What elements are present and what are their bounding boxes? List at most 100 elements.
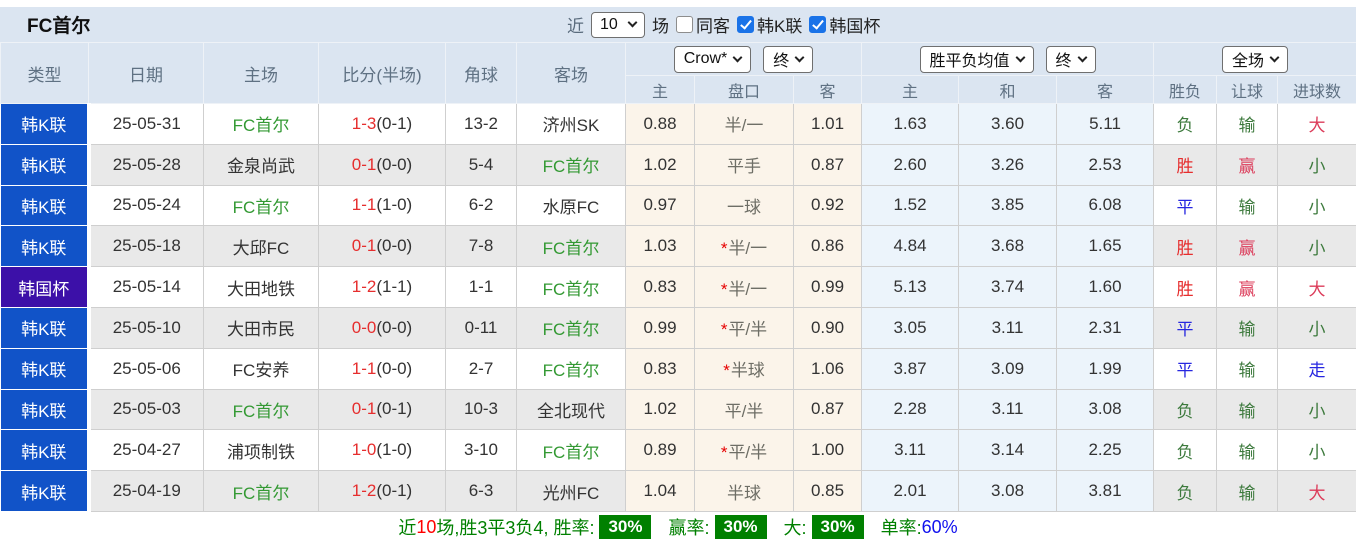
corner-cell: 3-10 bbox=[446, 430, 517, 471]
home-team-cell: FC首尔 bbox=[204, 389, 319, 430]
sub-header-goals: 进球数 bbox=[1278, 76, 1356, 104]
half-score: (1-1) bbox=[376, 277, 412, 296]
handicap-result-cell: 赢 bbox=[1217, 144, 1278, 185]
sub-header-outcome: 胜负 bbox=[1154, 76, 1217, 104]
bookmaker-value: Crow* bbox=[684, 50, 728, 68]
home-odds-cell: 0.97 bbox=[626, 185, 695, 226]
big-rate-label: 大: bbox=[784, 514, 807, 540]
home-odds-cell: 1.02 bbox=[626, 389, 695, 430]
table-row: 韩K联25-05-28金泉尚武0-1(0-0)5-4FC首尔1.02平手0.87… bbox=[1, 144, 1356, 185]
home-odds-cell: 0.83 bbox=[626, 348, 695, 389]
topbar: FC首尔 近 10 场 同客 韩K联 韩国杯 bbox=[0, 7, 1356, 42]
scope-value: 全场 bbox=[1232, 47, 1264, 71]
half-score: (1-0) bbox=[376, 440, 412, 459]
corner-cell: 10-3 bbox=[446, 389, 517, 430]
scope-select[interactable]: 全场 bbox=[1222, 46, 1288, 73]
home-team-cell: FC首尔 bbox=[204, 471, 319, 512]
recent-label: 近 bbox=[567, 12, 584, 37]
recent-count-select[interactable]: 10 bbox=[591, 12, 645, 38]
corner-cell: 7-8 bbox=[446, 226, 517, 267]
avg-home-cell: 2.01 bbox=[862, 471, 959, 512]
avg-away-cell: 6.08 bbox=[1057, 185, 1154, 226]
odds-group-header: Crow* 终 bbox=[626, 43, 862, 76]
league-type-cell: 韩K联 bbox=[1, 307, 89, 348]
avg-draw-cell: 3.60 bbox=[959, 104, 1057, 145]
bookmaker-select[interactable]: Crow* bbox=[674, 46, 752, 73]
home-team-cell: 金泉尚武 bbox=[204, 144, 319, 185]
single-rate-value: 60% bbox=[922, 517, 958, 538]
handicap-line-cell: *平/半 bbox=[695, 430, 794, 471]
corner-cell: 13-2 bbox=[446, 104, 517, 145]
avg-type-select[interactable]: 胜平负均值 bbox=[920, 46, 1034, 73]
korea-cup-checkbox[interactable] bbox=[809, 16, 826, 33]
corner-cell: 6-2 bbox=[446, 185, 517, 226]
live-star-icon: * bbox=[721, 443, 728, 462]
sub-header-avg-home: 主 bbox=[862, 76, 959, 104]
table-row: 韩K联25-04-27浦项制铁1-0(1-0)3-10FC首尔0.89*平/半1… bbox=[1, 430, 1356, 471]
col-header-score: 比分(半场) bbox=[319, 43, 446, 104]
corner-cell: 6-3 bbox=[446, 471, 517, 512]
handicap-line-cell: *半球 bbox=[695, 348, 794, 389]
col-header-corner: 角球 bbox=[446, 43, 517, 104]
avg-stage-select[interactable]: 终 bbox=[1046, 46, 1096, 73]
avg-home-cell: 3.87 bbox=[862, 348, 959, 389]
table-row: 韩K联25-05-24FC首尔1-1(1-0)6-2水原FC0.97一球0.92… bbox=[1, 185, 1356, 226]
scope-group-header: 全场 bbox=[1154, 43, 1356, 76]
chevron-down-icon bbox=[628, 18, 638, 28]
half-score: (0-1) bbox=[376, 114, 412, 133]
goals-result-cell: 大 bbox=[1278, 104, 1356, 145]
avg-draw-cell: 3.11 bbox=[959, 389, 1057, 430]
outcome-cell: 胜 bbox=[1154, 267, 1217, 308]
away-team-cell: 光州FC bbox=[517, 471, 626, 512]
col-header-date: 日期 bbox=[89, 43, 204, 104]
final-score: 1-2 bbox=[352, 481, 377, 500]
half-score: (0-0) bbox=[376, 236, 412, 255]
page-title: FC首尔 bbox=[0, 11, 90, 38]
league-type-cell: 韩国杯 bbox=[1, 267, 89, 308]
outcome-cell: 负 bbox=[1154, 471, 1217, 512]
home-odds-cell: 0.99 bbox=[626, 307, 695, 348]
avg-draw-cell: 3.09 bbox=[959, 348, 1057, 389]
table-row: 韩K联25-05-03FC首尔0-1(0-1)10-3全北现代1.02平/半0.… bbox=[1, 389, 1356, 430]
home-team-cell: 浦项制铁 bbox=[204, 430, 319, 471]
avg-away-cell: 1.99 bbox=[1057, 348, 1154, 389]
away-team-cell: 全北现代 bbox=[517, 389, 626, 430]
table-row: 韩K联25-05-18大邱FC0-1(0-0)7-8FC首尔1.03*半/一0.… bbox=[1, 226, 1356, 267]
score-cell: 1-3(0-1) bbox=[319, 104, 446, 145]
home-team-cell: FC首尔 bbox=[204, 185, 319, 226]
handicap-line-cell: *平/半 bbox=[695, 307, 794, 348]
kleague-checkbox[interactable] bbox=[737, 16, 754, 33]
handicap-line-cell: 半/一 bbox=[695, 104, 794, 145]
col-header-type: 类型 bbox=[1, 43, 89, 104]
score-cell: 1-2(0-1) bbox=[319, 471, 446, 512]
avg-away-cell: 2.53 bbox=[1057, 144, 1154, 185]
sub-header-avg-away: 客 bbox=[1057, 76, 1154, 104]
score-cell: 0-1(0-1) bbox=[319, 389, 446, 430]
away-odds-cell: 1.00 bbox=[794, 430, 862, 471]
league-type-cell: 韩K联 bbox=[1, 430, 89, 471]
corner-cell: 2-7 bbox=[446, 348, 517, 389]
avg-home-cell: 3.11 bbox=[862, 430, 959, 471]
same-venue-checkbox[interactable] bbox=[676, 16, 693, 33]
corner-cell: 0-11 bbox=[446, 307, 517, 348]
avg-away-cell: 2.25 bbox=[1057, 430, 1154, 471]
odds-stage-select[interactable]: 终 bbox=[763, 46, 813, 73]
live-star-icon: * bbox=[721, 239, 728, 258]
league-type-cell: 韩K联 bbox=[1, 348, 89, 389]
live-star-icon: * bbox=[721, 320, 728, 339]
avg-draw-cell: 3.74 bbox=[959, 267, 1057, 308]
chevron-down-icon bbox=[733, 52, 743, 62]
cover-rate-label: 赢率: bbox=[668, 514, 709, 540]
final-score: 1-1 bbox=[352, 195, 377, 214]
goals-result-cell: 大 bbox=[1278, 267, 1356, 308]
chevron-down-icon bbox=[1270, 52, 1280, 62]
away-team-cell: FC首尔 bbox=[517, 267, 626, 308]
final-score: 1-1 bbox=[352, 359, 377, 378]
chevron-down-icon bbox=[795, 52, 805, 62]
date-cell: 25-05-06 bbox=[89, 348, 204, 389]
final-score: 1-2 bbox=[352, 277, 377, 296]
summary-recent-count: 10 bbox=[416, 517, 436, 538]
outcome-cell: 负 bbox=[1154, 389, 1217, 430]
goals-result-cell: 小 bbox=[1278, 389, 1356, 430]
chevron-down-icon bbox=[1077, 52, 1087, 62]
